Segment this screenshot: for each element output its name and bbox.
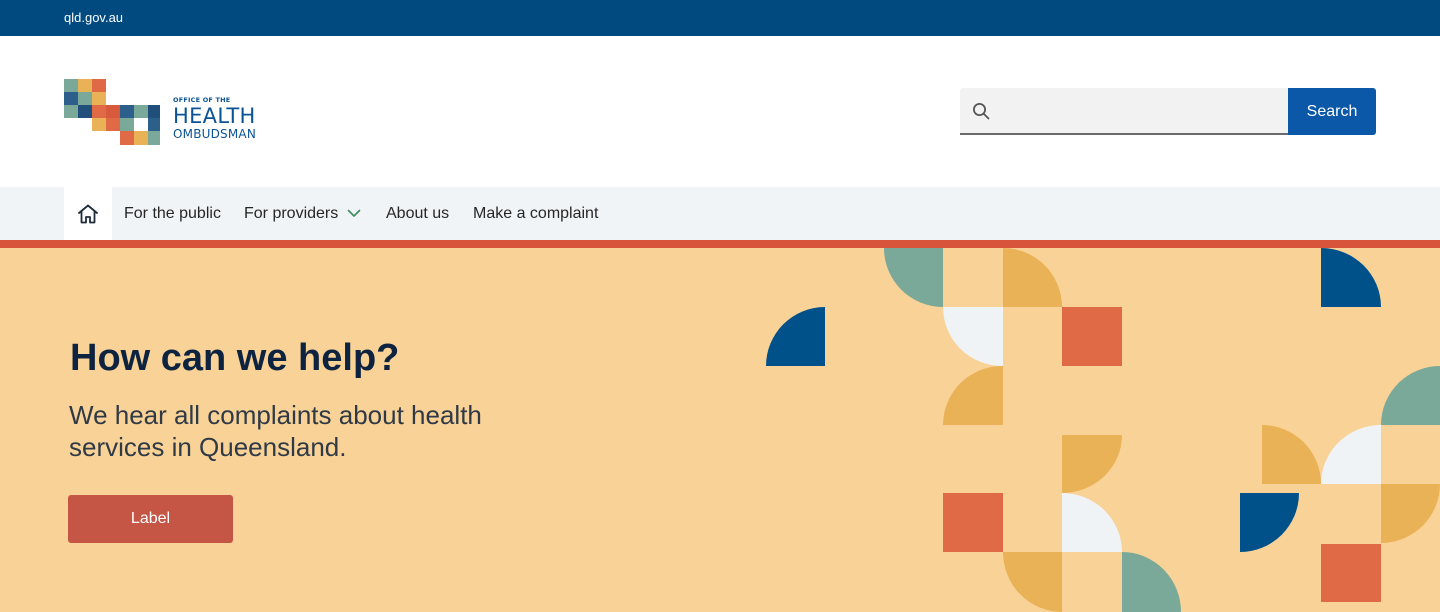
accent-rule xyxy=(0,240,1440,248)
home-icon xyxy=(78,204,98,224)
logo-line-ombudsman: OMBUDSMAN xyxy=(173,126,257,141)
logo-mark-icon xyxy=(64,79,160,145)
hero-title: How can we help? xyxy=(70,337,400,379)
nav-item-make-a-complaint[interactable]: Make a complaint xyxy=(473,205,598,223)
main-nav: For the public For providers About us Ma… xyxy=(0,187,1440,248)
site-logo[interactable]: OFFICE OF THE HEALTH OMBUDSMAN xyxy=(64,79,284,145)
logo-wordmark: OFFICE OF THE HEALTH OMBUDSMAN xyxy=(173,97,256,140)
search-input[interactable] xyxy=(1000,88,1280,133)
search-field xyxy=(960,88,1288,135)
qld-gov-link[interactable]: qld.gov.au xyxy=(64,10,123,25)
site-header: OFFICE OF THE HEALTH OMBUDSMAN Search xyxy=(0,36,1440,187)
chevron-down-icon[interactable] xyxy=(347,209,361,218)
search-icon xyxy=(973,103,990,120)
hero-cta-button[interactable]: Label xyxy=(68,495,233,543)
hero-banner: How can we help? We hear all complaints … xyxy=(0,248,1440,612)
search-button[interactable]: Search xyxy=(1288,88,1376,135)
search-form: Search xyxy=(960,88,1376,135)
nav-item-for-the-public[interactable]: For the public xyxy=(124,205,221,223)
nav-item-for-providers[interactable]: For providers xyxy=(244,205,338,223)
hero-subtitle: We hear all complaints about health serv… xyxy=(69,400,482,462)
nav-home[interactable] xyxy=(64,187,112,248)
logo-line-office: OFFICE OF THE xyxy=(173,96,231,104)
nav-item-about-us[interactable]: About us xyxy=(386,205,449,223)
logo-line-health: HEALTH xyxy=(173,103,256,128)
top-bar: qld.gov.au xyxy=(0,0,1440,36)
